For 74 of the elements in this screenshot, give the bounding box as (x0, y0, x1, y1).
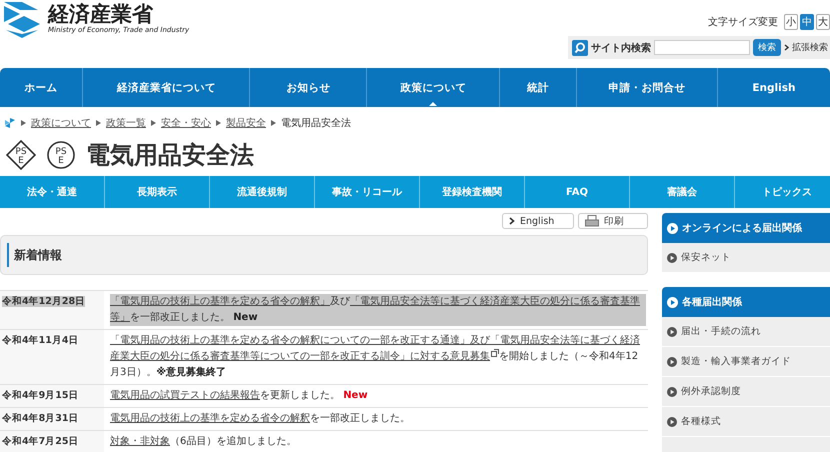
sidebar-header[interactable]: 各種届出関係 (662, 287, 830, 317)
search-icon (572, 40, 588, 56)
ministry-logo-icon (2, 0, 42, 40)
printer-icon (585, 215, 599, 227)
sidebar-header[interactable]: オンラインによる届出関係 (662, 213, 830, 243)
tool-button[interactable]: English (502, 213, 574, 229)
breadcrumb-current: 電気用品安全法 (281, 116, 351, 130)
play-circle-icon (667, 386, 677, 396)
sidebar-item[interactable]: 例外承認制度 (662, 377, 830, 407)
font-size-button[interactable]: 小 (784, 14, 798, 30)
sub-nav-tab[interactable]: 法令・通達 (0, 176, 105, 208)
sub-nav-tab[interactable]: 事故・リコール (315, 176, 420, 208)
main-nav-tab[interactable]: お知らせ (250, 68, 368, 107)
circle-pse-mark: PS E (46, 140, 76, 170)
breadcrumb-link[interactable]: 安全・安心 (161, 116, 211, 130)
news-date: 令和4年12月28日 (2, 296, 86, 307)
sub-nav-tab[interactable]: 登録検査機関 (420, 176, 525, 208)
sidebar-item[interactable]: 届出・手続の流れ (662, 317, 830, 347)
search-label: サイト内検索 (591, 42, 651, 54)
news-text: 電気用品の試買テストの結果報告を更新しました。 New (110, 388, 369, 403)
sidebar-item[interactable]: 保安ネット (662, 243, 830, 273)
play-circle-icon (667, 416, 677, 426)
separator-icon (271, 120, 276, 126)
search-button[interactable]: 検索 (753, 39, 781, 56)
font-size-button[interactable]: 大 (816, 14, 830, 30)
advanced-search-link[interactable]: 拡張検索 (792, 41, 828, 54)
separator-icon (151, 120, 156, 126)
play-circle-icon (667, 222, 678, 234)
diamond-pse-mark: PS E (6, 140, 36, 170)
breadcrumb-link[interactable]: 政策一覧 (106, 116, 146, 130)
sub-nav-tab[interactable]: トピックス (735, 176, 830, 208)
main-nav-tab[interactable]: 経済産業省について (83, 68, 250, 107)
page-title: 電気用品安全法 (86, 140, 254, 171)
news-heading: 新着情報 (7, 243, 62, 267)
news-date: 令和4年8月31日 (2, 413, 78, 424)
news-link[interactable]: 対象・非対象 (110, 436, 170, 447)
home-icon[interactable] (4, 117, 16, 129)
search-field[interactable] (654, 40, 750, 55)
breadcrumb-link[interactable]: 製品安全 (226, 116, 266, 130)
main-nav-tab[interactable]: 統計 (500, 68, 577, 107)
ministry-name: 経済産業省 (48, 2, 154, 26)
play-circle-icon (667, 296, 678, 308)
news-text: 「電気用品の技術上の基準を定める省令の解釈」及び「電気用品安全法等に基づく経済産業大臣の処分に係る審査基準等」を一部改正しました。 New (110, 294, 646, 326)
sub-nav-tab[interactable]: 長期表示 (105, 176, 210, 208)
main-nav-tab[interactable]: 政策について (367, 68, 500, 107)
breadcrumb-link[interactable]: 政策について (31, 116, 91, 130)
play-circle-icon (667, 326, 677, 336)
news-link[interactable]: 電気用品の試買テストの結果報告 (110, 390, 260, 401)
news-text: 「電気用品の技術上の基準を定める省令の解釈についての一部を改正する通達」及び「電気用品安全法等に基づく経済産業大臣の処分に係る審査基準等についての一部を改正する訓令」に対する意見募集 を開始しました（～令和4年12月3日）。※意見募集終了 (110, 334, 641, 380)
font-size-button[interactable]: 中 (800, 14, 814, 30)
sub-nav-tab[interactable]: FAQ (525, 176, 630, 208)
news-link[interactable]: 電気用品の技術上の基準を定める省令の解釈 (110, 413, 310, 424)
main-nav-tab[interactable]: English (718, 68, 830, 107)
news-text: 対象・非対象（6品目）を追加しました。 (110, 434, 298, 449)
main-nav-tab[interactable]: 申請・お問合せ (576, 68, 718, 107)
sidebar-item[interactable]: 製造・輸入事業者ガイド (662, 347, 830, 377)
news-date: 令和4年7月25日 (2, 436, 78, 447)
chevron-icon (509, 217, 515, 225)
sidebar-item[interactable]: 各種様式 (662, 407, 830, 437)
chevron-icon (784, 44, 789, 51)
play-circle-icon (667, 356, 677, 366)
separator-icon (96, 120, 101, 126)
sub-nav-tab[interactable]: 流通後規制 (210, 176, 315, 208)
separator-icon (216, 120, 221, 126)
separator-icon (21, 120, 26, 126)
news-text: 電気用品の技術上の基準を定める省令の解釈を一部改正しました。 (110, 412, 411, 426)
news-link[interactable]: 「電気用品の技術上の基準を定める省令の解釈」 (110, 296, 330, 307)
font-size-label: 文字サイズ変更 (708, 16, 778, 29)
news-date: 令和4年11月4日 (2, 335, 78, 346)
news-date: 令和4年9月15日 (2, 390, 78, 401)
main-nav-tab[interactable]: ホーム (0, 68, 84, 107)
sub-nav-tab[interactable]: 審議会 (630, 176, 735, 208)
tool-button[interactable]: 印刷 (578, 213, 648, 229)
play-circle-icon (667, 252, 677, 262)
